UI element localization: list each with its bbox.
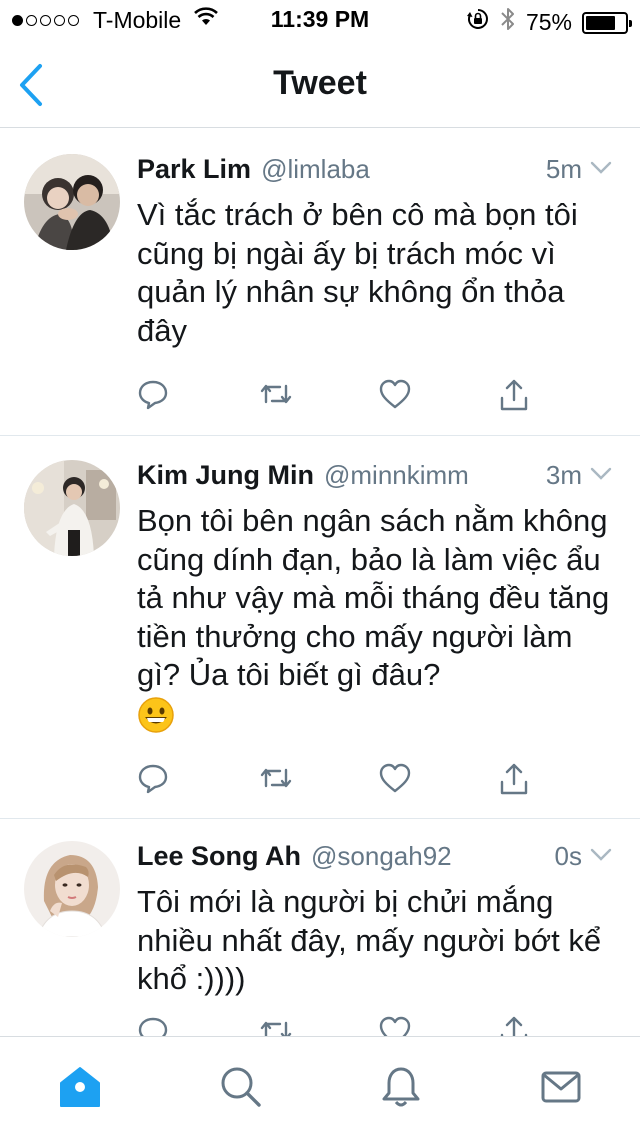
tab-search[interactable] [219,1065,263,1109]
retweet-button[interactable] [258,378,294,414]
share-icon [500,763,528,795]
status-right: 75% [466,6,632,39]
chevron-down-icon[interactable] [590,151,612,174]
tweet-text: Tôi mới là người bị chửi mắng nhiều nhất… [137,884,602,996]
chevron-down-icon[interactable] [590,457,612,480]
tweet-text: Vì tắc trách ở bên cô mà bọn tôi cũng bị… [137,197,578,348]
reply-icon [138,1017,168,1036]
user-name[interactable]: Lee Song Ah [137,841,301,872]
retweet-icon [260,1021,292,1036]
tweet-text: Bọn tôi bên ngân sách nằm không cũng dín… [137,502,612,734]
tab-messages[interactable] [539,1065,583,1109]
tweet-text-content: Bọn tôi bên ngân sách nằm không cũng dín… [137,503,610,692]
tweet-body: Kim Jung Min @minnkimm 3m Bọn tôi bên ng… [137,460,612,734]
share-button[interactable] [498,378,534,414]
heart-icon [379,379,411,409]
share-icon [500,1016,528,1036]
tab-bar [0,1036,640,1136]
avatar[interactable] [24,841,120,937]
tweet-body: Park Lim @limlaba 5m Vì tắc trách ở bên … [137,154,612,350]
grinning-face-emoji-icon [137,696,175,734]
share-button[interactable] [498,1015,534,1036]
page-title: Tweet [273,64,367,102]
tweet-header: Park Lim @limlaba 5m [137,154,612,188]
home-icon [60,1067,100,1107]
tweet-item[interactable]: Lee Song Ah @songah92 0s Tôi mới là ngườ… [0,819,640,1036]
retweet-icon [260,768,292,788]
search-icon [221,1067,261,1107]
tweet-time: 3m [545,460,582,490]
bluetooth-icon [500,6,516,39]
user-handle[interactable]: @songah92 [311,841,452,872]
retweet-button[interactable] [258,1015,294,1036]
tweet-actions [137,1015,557,1036]
tweet-time: 0s [554,841,582,871]
user-name[interactable]: Kim Jung Min [137,460,314,491]
reply-button[interactable] [137,762,173,798]
reply-button[interactable] [137,1015,173,1036]
user-handle[interactable]: @limlaba [261,154,370,185]
reply-icon [138,764,168,794]
chevron-down-icon[interactable] [590,838,612,861]
heart-icon [379,763,411,793]
tweet-actions [137,762,557,802]
battery-percent: 75% [525,9,572,35]
nav-bar: Tweet [0,40,640,128]
tab-notifications[interactable] [379,1065,423,1109]
tweet-item[interactable]: Kim Jung Min @minnkimm 3m Bọn tôi bên ng… [0,436,640,819]
avatar[interactable] [24,460,120,556]
like-button[interactable] [378,378,414,414]
battery-icon [582,11,632,34]
status-bar: T-Mobile 11:39 PM 75% [0,0,640,40]
retweet-button[interactable] [258,762,294,798]
battery-fill [586,15,615,30]
reply-icon [138,380,168,410]
reply-button[interactable] [137,378,173,414]
avatar[interactable] [24,154,120,250]
battery-tip [629,19,632,27]
retweet-icon [260,384,292,404]
tweet-item[interactable]: Park Lim @limlaba 5m Vì tắc trách ở bên … [0,130,640,436]
like-button[interactable] [378,1015,414,1036]
tab-home[interactable] [58,1065,102,1109]
tweet-feed[interactable]: Park Lim @limlaba 5m Vì tắc trách ở bên … [0,130,640,1036]
tweet-body: Lee Song Ah @songah92 0s Tôi mới là ngườ… [137,841,612,999]
like-button[interactable] [378,762,414,798]
tweet-time: 5m [545,154,582,184]
rotation-lock-icon [466,7,490,38]
heart-icon [379,1016,411,1036]
messages-icon [541,1071,581,1103]
tweet-header: Kim Jung Min @minnkimm 3m [137,460,612,494]
share-icon [500,379,528,411]
notifications-icon [382,1067,420,1107]
tweet-actions [137,378,557,418]
user-name[interactable]: Park Lim [137,154,251,185]
tweet-header: Lee Song Ah @songah92 0s [137,841,612,875]
user-handle[interactable]: @minnkimm [324,460,469,491]
share-button[interactable] [498,762,534,798]
